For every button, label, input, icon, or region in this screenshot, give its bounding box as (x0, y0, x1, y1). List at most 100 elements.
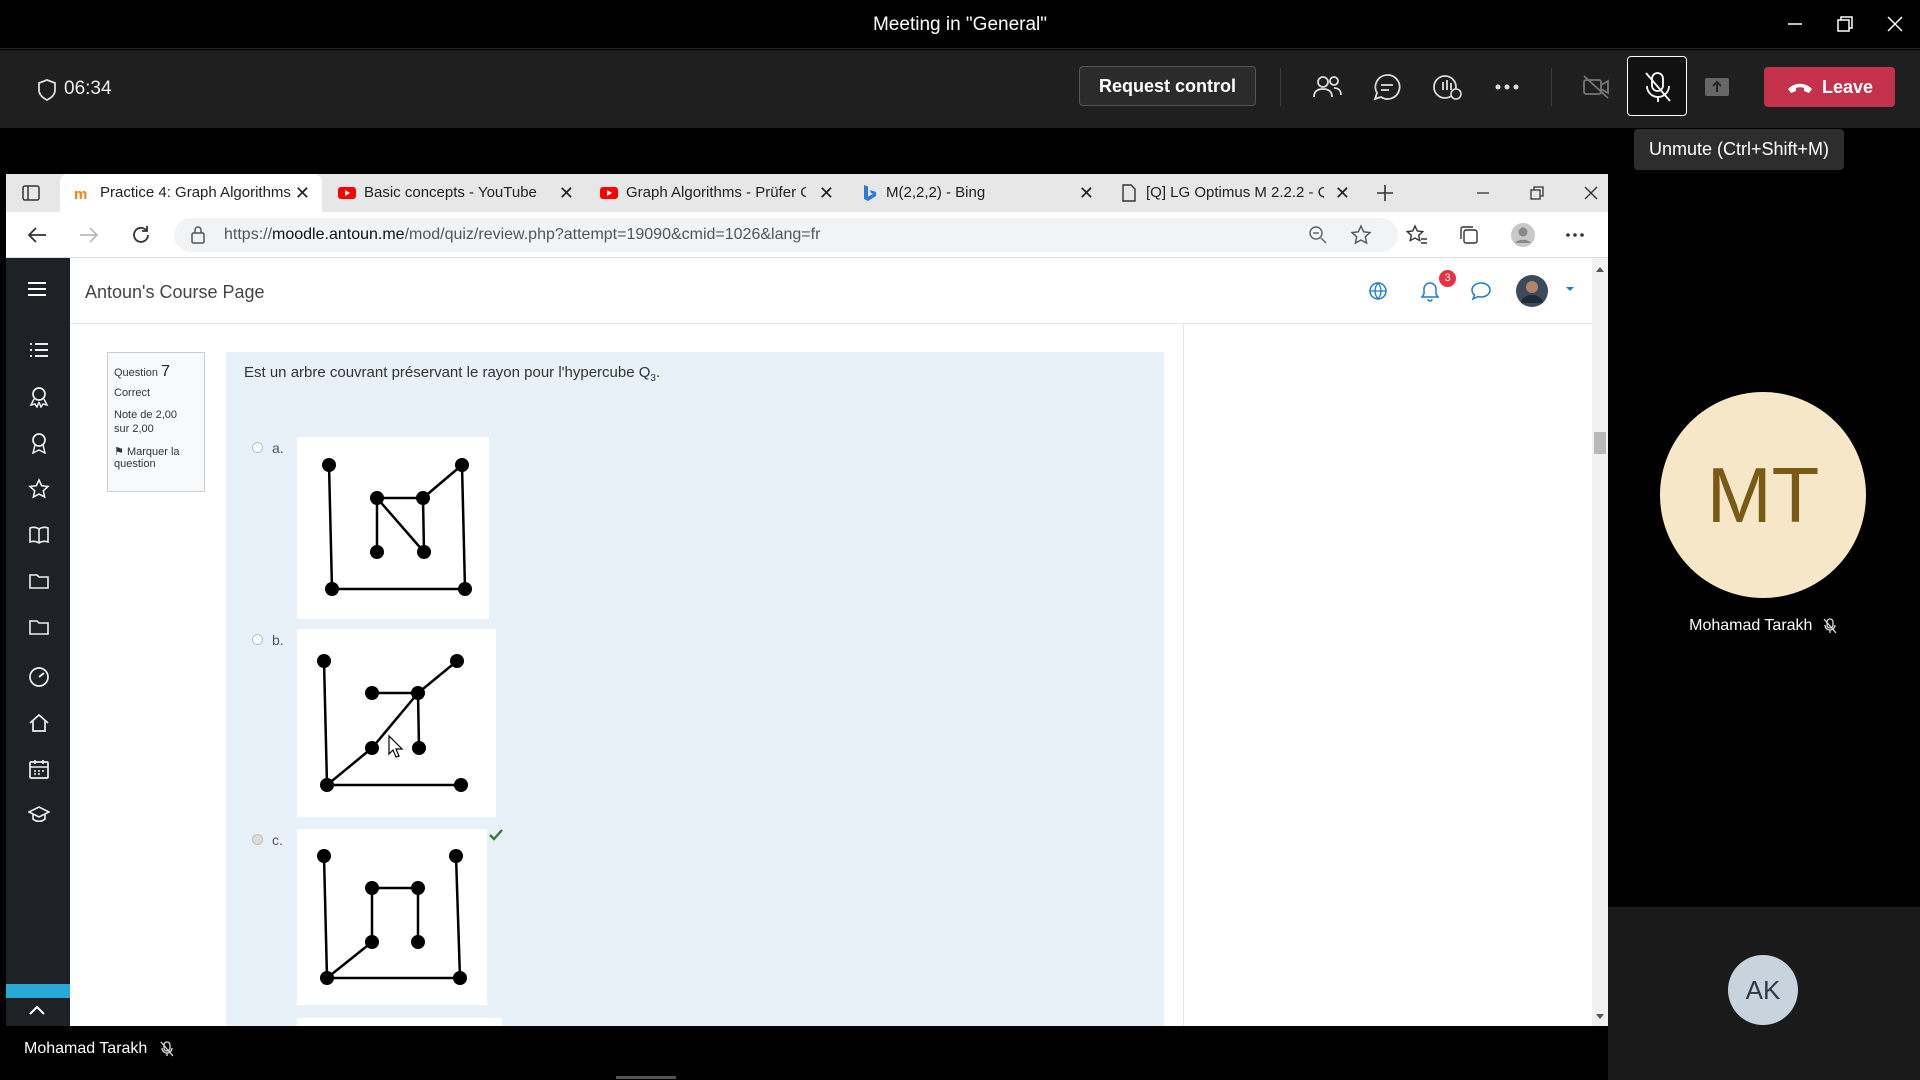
question-text-end: . (655, 364, 661, 381)
browser-close-icon[interactable] (1582, 184, 1600, 202)
document-icon (1120, 184, 1138, 202)
reactions-icon[interactable] (1432, 72, 1462, 102)
option-d-graph-partial (297, 1018, 502, 1026)
chevron-up-icon (28, 1004, 46, 1016)
new-tab-icon[interactable] (1376, 184, 1394, 202)
folder-icon[interactable] (28, 616, 50, 638)
user-avatar[interactable] (1515, 274, 1549, 308)
tree-graph-c (317, 849, 467, 985)
option-b-radio[interactable] (252, 634, 263, 645)
back-icon[interactable] (26, 224, 48, 246)
option-c-radio-selected[interactable] (252, 834, 263, 845)
user-menu-caret-icon[interactable] (1565, 284, 1575, 294)
mic-off-icon (1823, 618, 1837, 634)
url-text[interactable]: https://moodle.antoun.me/mod/quiz/review… (224, 226, 820, 244)
url-host: moodle.antoun.me (272, 226, 405, 243)
notifications-bell-icon[interactable] (1420, 281, 1440, 303)
scroll-top-button[interactable] (6, 984, 70, 1026)
minimize-icon[interactable] (1783, 12, 1807, 36)
zoom-out-icon[interactable] (1308, 225, 1328, 245)
grades-star-icon[interactable] (28, 478, 50, 500)
youtube-icon (338, 184, 356, 202)
participant-name-row: Mohamad Tarakh (1603, 617, 1920, 635)
participant-avatar-small[interactable]: AK (1728, 955, 1798, 1025)
browser-tab-bar: m Practice 4: Graph Algorithms ✕ Basic c… (6, 174, 1608, 212)
book-icon[interactable] (28, 524, 50, 546)
scroll-down-arrow-icon[interactable] (1596, 1014, 1604, 1020)
profile-icon[interactable] (1510, 222, 1536, 248)
leave-label: Leave (1822, 77, 1874, 97)
site-title[interactable]: Antoun's Course Page (85, 282, 265, 303)
question-info-panel: Question 7 Correct Note de 2,00 sur 2,00… (107, 352, 205, 492)
question-grade-line2: sur 2,00 (114, 423, 154, 435)
question-state: Correct (114, 387, 151, 399)
folder-icon[interactable] (28, 570, 50, 592)
unmute-tooltip: Unmute (Ctrl+Shift+M) (1634, 129, 1844, 170)
tab-label: M(2,2,2) - Bing (886, 184, 986, 201)
calendar-icon[interactable] (28, 758, 50, 780)
competencies-icon[interactable] (28, 432, 50, 454)
browser-tab[interactable]: m Practice 4: Graph Algorithms ✕ (60, 174, 322, 212)
correct-check-icon (489, 829, 503, 841)
page-scrollbar[interactable] (1592, 258, 1608, 1026)
option-a-graph (297, 437, 489, 619)
scroll-up-arrow-icon[interactable] (1596, 266, 1604, 272)
sharer-name-bar (6, 1026, 1608, 1072)
close-tab-icon[interactable]: ✕ (559, 174, 574, 212)
browser-minimize-icon[interactable] (1474, 184, 1492, 202)
settings-menu-icon[interactable] (1564, 224, 1586, 246)
window-title: Meeting in "General" (872, 14, 1048, 35)
forward-icon[interactable] (78, 224, 100, 246)
camera-off-icon[interactable] (1581, 72, 1611, 102)
badges-icon[interactable] (28, 386, 50, 408)
participant-name: Mohamad Tarakh (1689, 617, 1813, 634)
browser-restore-icon[interactable] (1528, 184, 1546, 202)
tab-actions-icon[interactable] (22, 184, 40, 202)
participant-avatar[interactable]: MT (1660, 392, 1866, 598)
favorites-icon[interactable] (1406, 224, 1428, 246)
chat-icon[interactable] (1372, 72, 1402, 102)
lock-icon[interactable] (190, 225, 206, 245)
browser-tab[interactable]: Graph Algorithms - Prüfer Co ✕ (586, 174, 846, 212)
mouse-cursor-icon (388, 734, 404, 758)
participants-list-icon[interactable] (28, 340, 50, 362)
refresh-icon[interactable] (130, 224, 152, 246)
question-grade-line1: Note de 2,00 (114, 409, 177, 421)
mute-button[interactable] (1627, 56, 1687, 116)
browser-tab[interactable]: Basic concepts - YouTube ✕ (324, 174, 586, 212)
scrollbar-thumb[interactable] (1594, 432, 1606, 454)
language-globe-icon[interactable] (1368, 281, 1388, 301)
moodle-header (70, 258, 1592, 324)
dashboard-icon[interactable] (28, 666, 50, 688)
close-tab-icon[interactable]: ✕ (1335, 174, 1350, 212)
resize-handle[interactable] (616, 1076, 676, 1079)
more-options-icon[interactable] (1492, 72, 1522, 102)
leave-button[interactable]: Leave (1764, 67, 1895, 107)
notification-badge: 3 (1439, 270, 1456, 287)
teams-title-bar: Meeting in "General" (0, 0, 1920, 49)
close-tab-icon[interactable]: ✕ (1079, 174, 1094, 212)
restore-icon[interactable] (1833, 12, 1857, 36)
home-icon[interactable] (28, 712, 50, 734)
sharer-name-row: Mohamad Tarakh (24, 1040, 174, 1058)
browser-tab[interactable]: M(2,2,2) - Bing ✕ (846, 174, 1106, 212)
close-tab-icon[interactable]: ✕ (819, 174, 834, 212)
people-icon[interactable] (1312, 72, 1342, 102)
close-tab-icon[interactable]: ✕ (295, 174, 310, 212)
share-screen-icon[interactable] (1702, 72, 1732, 102)
add-favorite-icon[interactable] (1350, 224, 1372, 246)
question-number-line: Question 7 (114, 363, 198, 381)
graduation-cap-icon[interactable] (28, 804, 50, 826)
flag-question-link[interactable]: ⚑ Marquer la question (114, 445, 198, 470)
moodle-nav-drawer (6, 258, 70, 1026)
messages-icon[interactable] (1470, 281, 1492, 301)
question-text-main: Est un arbre couvrant préservant le rayo… (244, 364, 651, 381)
browser-tab[interactable]: [Q] LG Optimus M 2.2.2 - Qu ✕ (1106, 174, 1362, 212)
request-control-button[interactable]: Request control (1079, 66, 1256, 106)
moodle-icon: m (74, 184, 92, 202)
close-icon[interactable] (1883, 12, 1907, 36)
hamburger-menu-icon[interactable] (26, 280, 48, 298)
option-a-radio[interactable] (252, 442, 263, 453)
collections-icon[interactable] (1458, 224, 1480, 246)
divider (1551, 68, 1552, 106)
